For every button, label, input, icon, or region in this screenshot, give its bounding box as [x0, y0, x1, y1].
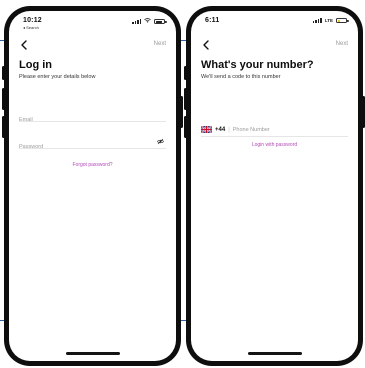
- phone-side-button: [2, 116, 5, 138]
- uk-flag-icon[interactable]: [201, 126, 212, 133]
- phone-side-button: [184, 116, 187, 138]
- phone-number-input[interactable]: [232, 126, 348, 133]
- phone-side-button: [2, 66, 5, 80]
- chevron-left-icon: [21, 40, 27, 50]
- phone-side-button: [180, 96, 183, 128]
- login-with-password-link[interactable]: Login with password: [191, 142, 358, 148]
- eye-slash-icon[interactable]: [157, 138, 164, 145]
- phone-number-field: +44 |: [201, 123, 348, 137]
- mockup-canvas: 10:12 ◂ Search Next Log in Please enter …: [0, 0, 365, 368]
- field-divider: |: [228, 126, 230, 133]
- nav-row: Next: [191, 38, 358, 52]
- chevron-left-icon: [203, 40, 209, 50]
- status-time: 10:12: [23, 17, 42, 24]
- home-indicator: [247, 352, 302, 355]
- next-button[interactable]: Next: [154, 41, 166, 47]
- status-icons: LTE: [312, 18, 349, 23]
- status-icons: [132, 18, 167, 25]
- status-time: 6:11: [205, 17, 220, 24]
- status-bar: 10:12 ◂ Search: [9, 11, 176, 33]
- password-input[interactable]: [19, 140, 166, 154]
- login-screen: 10:12 ◂ Search Next Log in Please enter …: [9, 11, 176, 361]
- email-input[interactable]: [19, 113, 166, 127]
- page-title: What's your number?: [201, 59, 314, 71]
- status-bar: 6:11 LTE: [191, 11, 358, 33]
- page-title: Log in: [19, 59, 52, 71]
- network-label: LTE: [324, 18, 333, 23]
- home-indicator: [65, 352, 120, 355]
- battery-icon: [154, 19, 167, 24]
- page-subtitle: Please enter your details below: [19, 74, 96, 80]
- country-dial-code[interactable]: +44: [215, 127, 225, 133]
- phone-side-button: [184, 66, 187, 80]
- back-button[interactable]: [201, 39, 211, 51]
- nav-row: Next: [9, 38, 176, 52]
- status-back-to-app[interactable]: ◂ Search: [23, 25, 39, 30]
- phone-side-button: [184, 88, 187, 110]
- password-field: [19, 135, 166, 154]
- next-button[interactable]: Next: [336, 41, 348, 47]
- signal-icon: [132, 19, 141, 24]
- wifi-icon: [144, 18, 151, 25]
- phone-number-screen: 6:11 LTE Next What's your number? We'll …: [191, 11, 358, 361]
- phone-frame-number: 6:11 LTE Next What's your number? We'll …: [184, 6, 365, 366]
- phone-side-button: [2, 88, 5, 110]
- forgot-password-link[interactable]: Forgot password?: [9, 162, 176, 168]
- email-field: [19, 108, 166, 127]
- page-subtitle: We'll send a code to this number: [201, 74, 281, 80]
- signal-icon: [312, 18, 322, 23]
- back-button[interactable]: [19, 39, 29, 51]
- phone-frame-login: 10:12 ◂ Search Next Log in Please enter …: [2, 6, 183, 366]
- battery-icon: [336, 18, 349, 23]
